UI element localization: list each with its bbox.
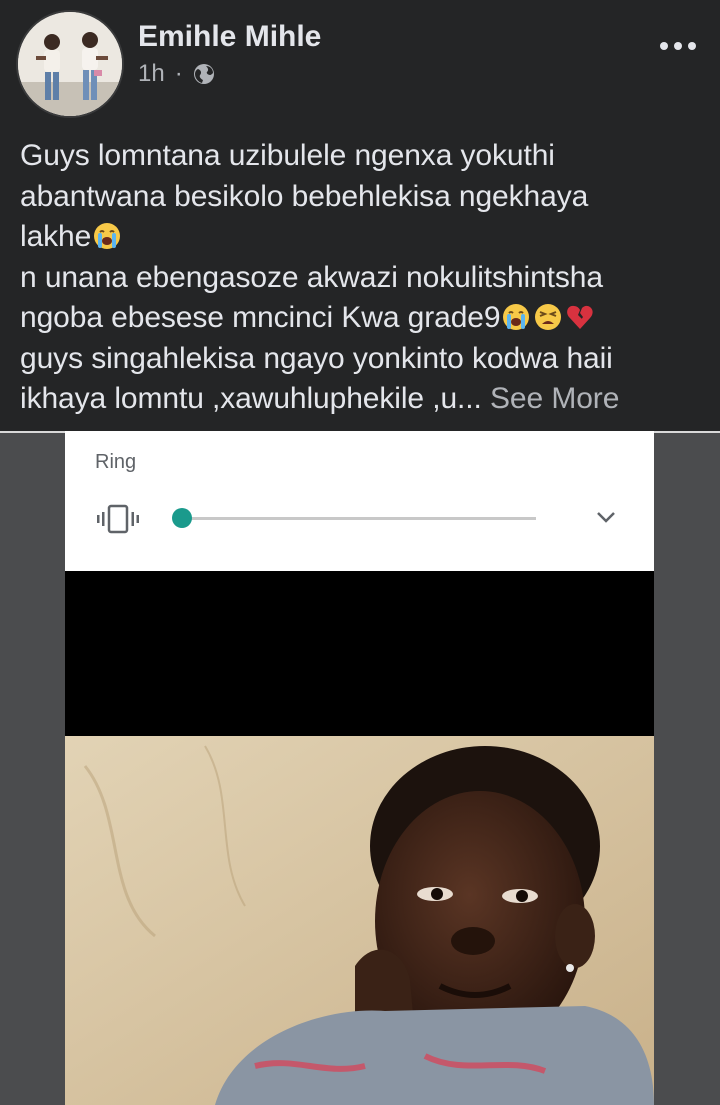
post-text-line: n unana ebengasoze akwazi nokulitshintsh… <box>20 260 603 294</box>
selfie-photo <box>65 736 654 1105</box>
slider-thumb[interactable] <box>172 508 192 528</box>
post-text-line: Guys lomntana uzibulele ngenxa yokuthi <box>20 139 555 172</box>
chevron-down-icon[interactable] <box>595 509 617 525</box>
post-text-line: guys singahlekisa ngayo yonkinto kodwa h… <box>20 341 613 375</box>
post-photo[interactable]: Ring <box>0 431 720 1105</box>
post-time[interactable]: 1h <box>138 60 165 88</box>
post-text-line: ngoba ebesese mncinci Kwa grade9 <box>20 298 710 339</box>
phone-screenshot: Ring <box>65 431 654 1105</box>
weary-face-icon <box>535 304 562 330</box>
post-text-line: ikhaya lomntu ,xawuhluphekile ,u... See … <box>20 382 620 415</box>
post-meta: 1h · <box>138 60 215 88</box>
author-name[interactable]: Emihle Mihle <box>138 20 321 54</box>
globe-icon <box>193 64 214 84</box>
meta-separator: · <box>174 60 183 87</box>
ring-label: Ring <box>95 451 137 473</box>
loudly-crying-face-icon <box>503 304 530 330</box>
see-more-link[interactable]: See More <box>490 382 619 415</box>
post-text-line: abantwana besikolo bebehlekisa ngekhaya <box>20 179 589 213</box>
post-header: Emihle Mihle 1h · <box>0 0 720 125</box>
post-text-line: lakhe <box>20 217 710 258</box>
more-options-icon[interactable] <box>658 36 698 56</box>
avatar[interactable] <box>18 12 122 116</box>
broken-heart-icon <box>567 305 594 329</box>
ring-volume-panel: Ring <box>65 431 654 571</box>
loudly-crying-face-icon <box>94 223 121 249</box>
vibrate-icon[interactable] <box>95 504 141 534</box>
avatar-image <box>18 12 122 116</box>
post-text: Guys lomntana uzibulele ngenxa yokuthi a… <box>20 136 710 420</box>
ring-volume-slider[interactable] <box>172 508 536 528</box>
black-area <box>65 571 654 736</box>
